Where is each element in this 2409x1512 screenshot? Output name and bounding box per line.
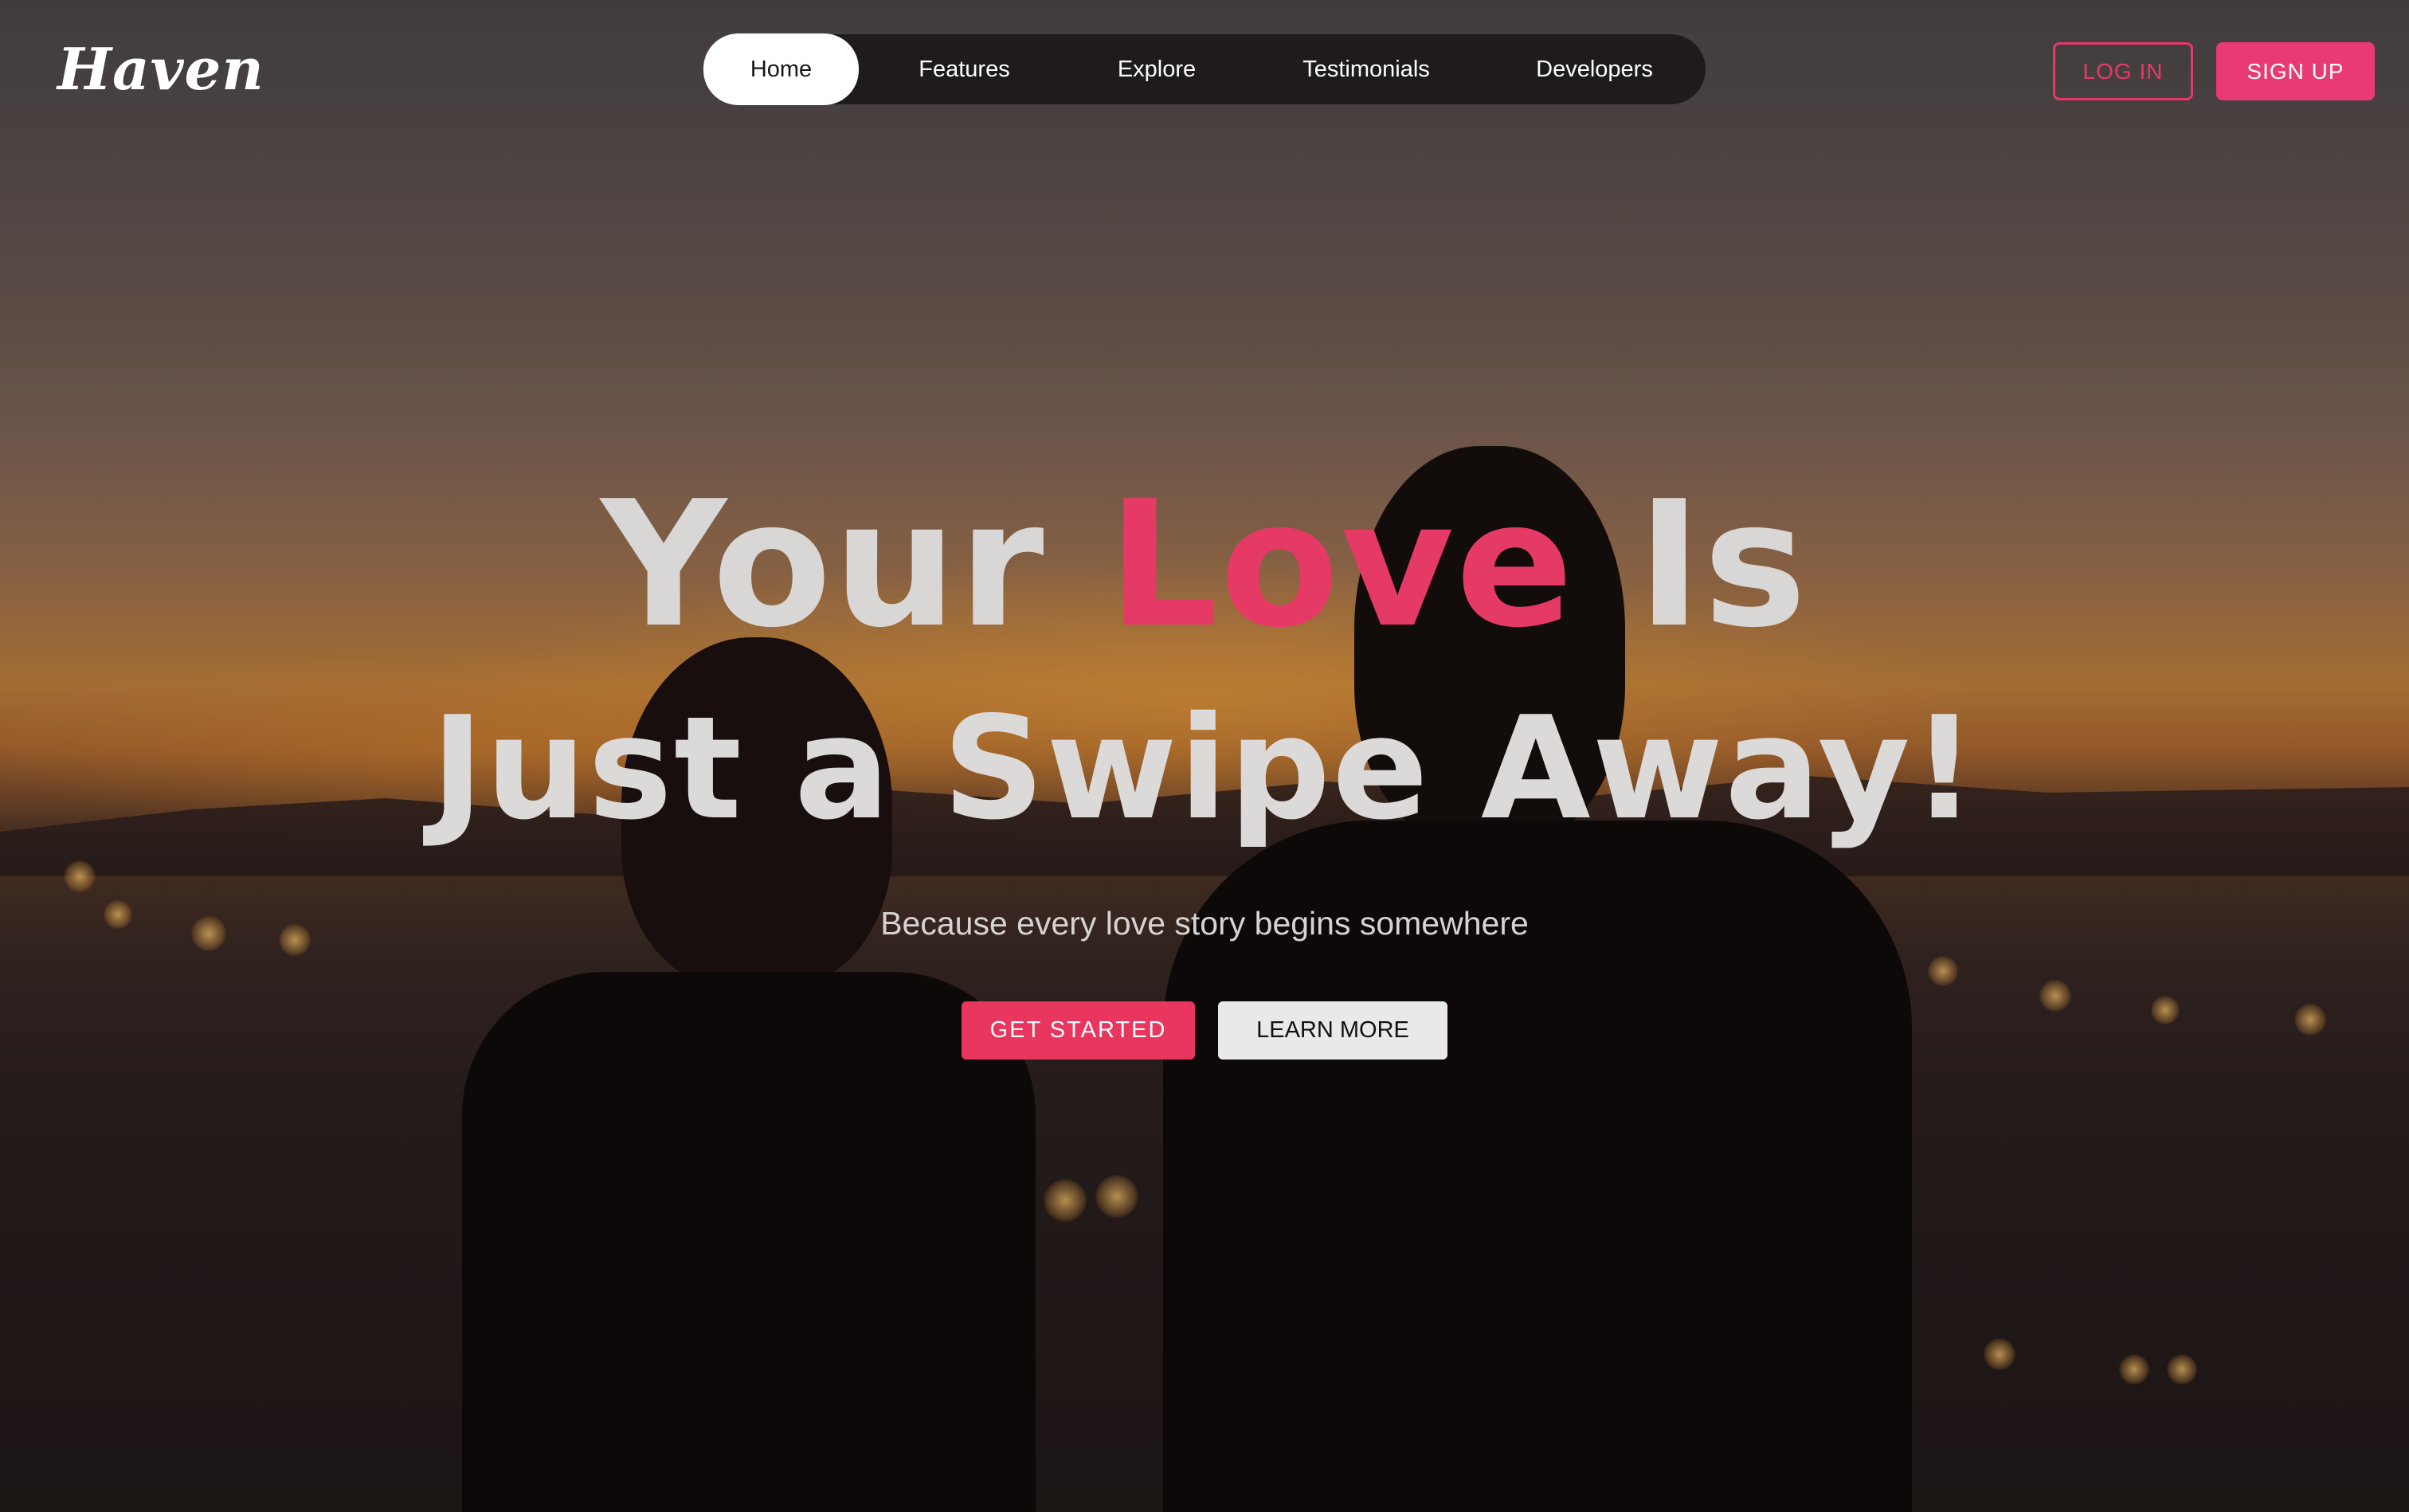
signup-button[interactable]: SIGN UP <box>2216 42 2375 100</box>
learn-more-button[interactable]: LEARN MORE <box>1218 1001 1447 1060</box>
login-button[interactable]: LOG IN <box>2053 42 2193 100</box>
nav-item-testimonials[interactable]: Testimonials <box>1244 34 1489 104</box>
landing-page: Haven Home Features Explore Testimonials… <box>0 0 2409 1512</box>
brand-logo[interactable]: Haven <box>57 35 264 103</box>
nav-item-home[interactable]: Home <box>703 33 859 105</box>
headline-text-end: Is <box>1575 464 1808 666</box>
nav-item-explore[interactable]: Explore <box>1070 34 1244 104</box>
hero-headline-line2: Just a Swipe Away! <box>431 686 1978 851</box>
main-nav: Home Features Explore Testimonials Devel… <box>703 33 1706 105</box>
nav-item-features[interactable]: Features <box>859 34 1070 104</box>
hero-tagline: Because every love story begins somewher… <box>880 905 1529 942</box>
headline-highlight-love: Love <box>1107 464 1576 666</box>
nav-item-developers[interactable]: Developers <box>1489 34 1700 104</box>
hero-headline-line1: Your Love Is <box>0 466 2409 665</box>
headline-text-start: Your <box>601 464 1108 666</box>
get-started-button[interactable]: GET STARTED <box>962 1001 1195 1060</box>
